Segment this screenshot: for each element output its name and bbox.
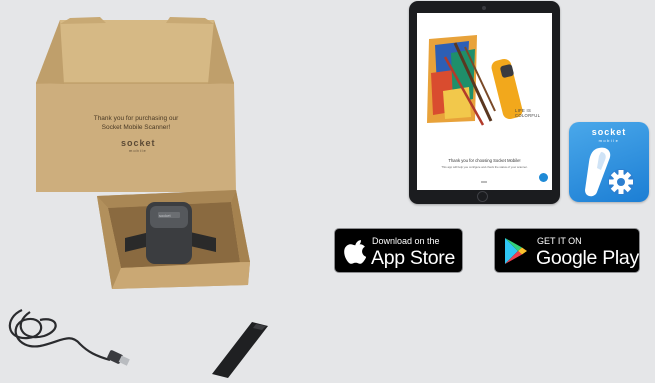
google-play-small-text: GET IT ON	[537, 236, 582, 246]
app-store-big-text: App Store	[371, 247, 456, 269]
app-icon-brand: socket	[591, 127, 627, 137]
product-box-illustration: Thank you for purchasing our Socket Mobi…	[8, 17, 268, 378]
lanyard-strap	[212, 322, 268, 378]
apple-icon	[344, 240, 366, 264]
scanner-device: socket	[146, 202, 192, 264]
page-indicator	[481, 181, 487, 183]
tablet-screen: LIFE IS COLORFUL Thank you for choosing …	[417, 13, 552, 190]
home-button[interactable]	[477, 191, 488, 202]
play-triangle-icon	[505, 238, 527, 264]
app-store-badge[interactable]: Download on the App Store	[334, 228, 463, 273]
google-play-badge[interactable]: GET IT ON Google Play	[494, 228, 640, 273]
app-store-small-text: Download on the	[372, 236, 440, 246]
google-play-big-text: Google Play	[536, 247, 639, 269]
tablet-device: LIFE IS COLORFUL Thank you for choosing …	[409, 1, 560, 204]
usb-cable	[8, 308, 111, 362]
scanner-gear-icon	[585, 147, 634, 197]
screen-tagline: LIFE IS COLORFUL	[515, 108, 540, 118]
screen-subcaption: This app will help you configure and che…	[441, 165, 528, 169]
box-brand-sub: mobile	[129, 148, 147, 153]
next-button[interactable]	[539, 173, 548, 182]
thank-you-line2: Socket Mobile Scanner!	[102, 124, 171, 131]
box-brand-logo: socket	[121, 138, 156, 148]
box-lid-flap	[36, 20, 234, 83]
screen-caption: Thank you for choosing Socket Mobile!	[448, 158, 521, 163]
svg-text:socket: socket	[159, 213, 171, 218]
socket-mobile-app-icon[interactable]: socket mobile	[569, 122, 649, 202]
app-icon-brand-sub: mobile	[598, 138, 620, 143]
thank-you-line1: Thank you for purchasing our	[94, 115, 179, 122]
tablet-camera	[482, 6, 486, 10]
tagline-line2: COLORFUL	[515, 113, 541, 119]
